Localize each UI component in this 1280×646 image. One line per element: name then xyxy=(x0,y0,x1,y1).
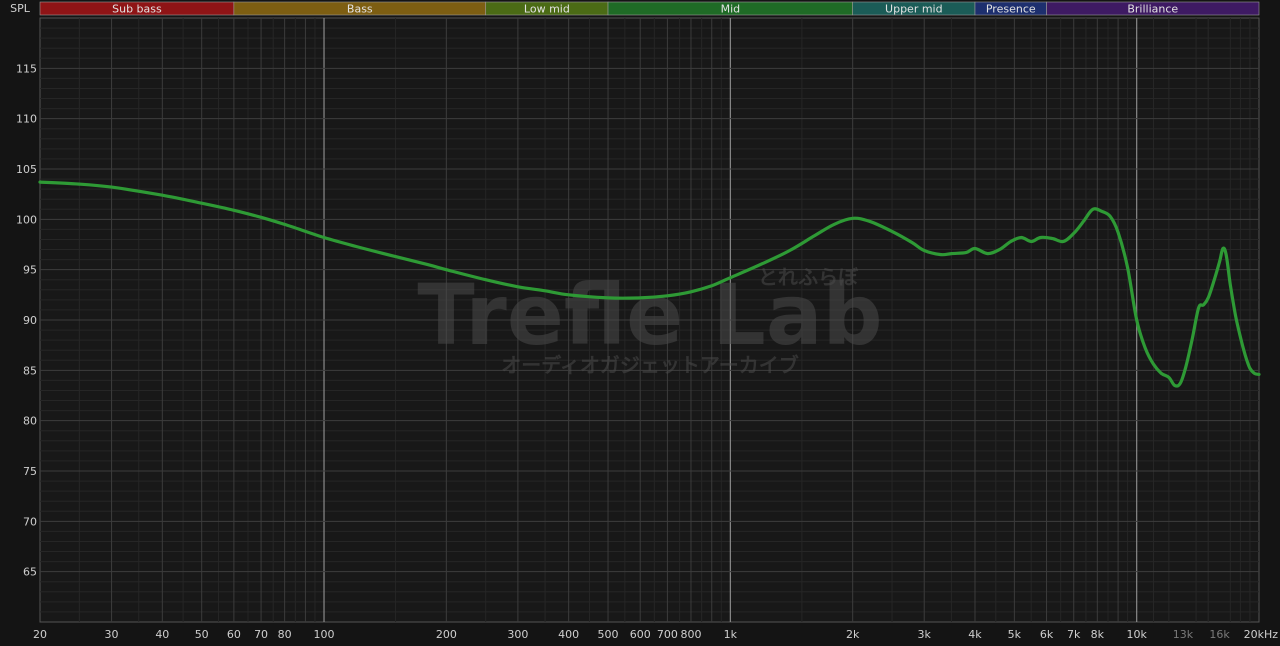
x-tick-label: 20 xyxy=(33,628,47,641)
frequency-band-bar: Sub bass Bass Low mid Mid Upper mid Presence B… xyxy=(39,1,1260,16)
frequency-response-chart: Sub bass Bass Low mid Mid Upper mid Presence B… xyxy=(0,0,1280,646)
x-tick-label: 20kHz xyxy=(1244,628,1279,641)
x-tick-label: 600 xyxy=(630,628,651,641)
y-tick-label: 115 xyxy=(16,62,37,75)
watermark-kana-bottom: オーディオガジェットアーカイブ xyxy=(501,353,798,377)
band-label: Upper mid xyxy=(885,3,943,16)
x-tick-label: 4k xyxy=(968,628,982,641)
x-tick-label: 6k xyxy=(1040,628,1054,641)
y-tick-label: 105 xyxy=(16,163,37,176)
y-tick-label: 75 xyxy=(23,465,37,478)
x-tick-label: 800 xyxy=(680,628,701,641)
x-tick-label: 1k xyxy=(724,628,738,641)
band-label: Low mid xyxy=(524,3,570,16)
x-tick-label: 60 xyxy=(227,628,241,641)
x-tick-label: 50 xyxy=(195,628,209,641)
x-tick-label: 5k xyxy=(1008,628,1022,641)
x-tick-label: 3k xyxy=(918,628,932,641)
x-tick-label: 70 xyxy=(254,628,268,641)
band-label: Mid xyxy=(721,3,741,16)
y-tick-label: 110 xyxy=(16,113,37,126)
x-tick-label: 400 xyxy=(558,628,579,641)
band-label: Bass xyxy=(347,3,373,16)
x-tick-label: 80 xyxy=(278,628,292,641)
y-tick-label: 95 xyxy=(23,264,37,277)
band-label: Presence xyxy=(986,3,1036,16)
x-tick-label: 16k xyxy=(1209,628,1230,641)
y-tick-label: 80 xyxy=(23,415,37,428)
x-tick-label: 40 xyxy=(155,628,169,641)
x-tick-label: 2k xyxy=(846,628,860,641)
y-axis-label: SPL xyxy=(10,2,31,15)
x-tick-label: 8k xyxy=(1091,628,1105,641)
x-tick-label: 13k xyxy=(1173,628,1194,641)
x-tick-label: 30 xyxy=(105,628,119,641)
y-tick-label: 90 xyxy=(23,314,37,327)
y-tick-label: 85 xyxy=(23,364,37,377)
x-tick-label: 700 xyxy=(657,628,678,641)
y-tick-label: 100 xyxy=(16,213,37,226)
band-label: Brilliance xyxy=(1127,3,1178,16)
x-tick-label: 500 xyxy=(598,628,619,641)
watermark: Trefle Lab とれふらぼ オーディオガジェットアーカイブ xyxy=(417,265,882,377)
y-tick-label: 65 xyxy=(23,566,37,579)
y-tick-label: 70 xyxy=(23,515,37,528)
x-tick-label: 10k xyxy=(1126,628,1147,641)
x-tick-label: 200 xyxy=(436,628,457,641)
x-tick-label: 300 xyxy=(507,628,528,641)
x-tick-label: 100 xyxy=(314,628,335,641)
band-label: Sub bass xyxy=(112,3,162,16)
x-tick-label: 7k xyxy=(1067,628,1081,641)
watermark-kana-top: とれふらぼ xyxy=(758,265,859,289)
